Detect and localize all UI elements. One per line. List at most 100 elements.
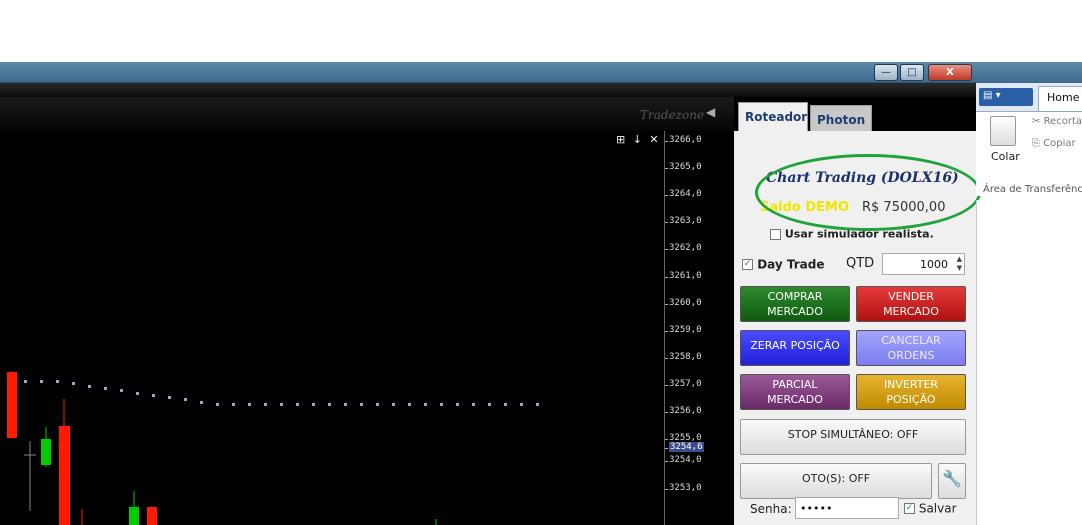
price-tick-label: 3257,0 xyxy=(665,379,702,389)
price-tick-label: 3254,0 xyxy=(665,455,702,465)
wrench-icon[interactable]: 🔧 xyxy=(938,463,966,499)
tab-photon[interactable]: Photon xyxy=(810,105,872,131)
chart-gutter xyxy=(708,131,734,525)
ma-dot xyxy=(72,382,75,385)
moving-average-dots xyxy=(8,380,539,406)
price-axis: 3266,0 3265,0 3264,0 3263,0 3262,0 3261,0 3260… xyxy=(664,131,708,525)
candlestick-canvas xyxy=(7,371,539,525)
ribbon-quickbar xyxy=(976,62,1082,83)
price-tick-label: 3258,0 xyxy=(665,352,702,362)
price-tick-label: 3254,6 xyxy=(665,442,704,452)
screen: — □ X Tradezone ◀ ▪▪▪▬ xyxy=(0,0,1082,525)
candle xyxy=(129,507,139,525)
buy-market-button[interactable]: COMPRAR MERCADO xyxy=(740,286,850,322)
ma-dot xyxy=(344,403,347,406)
price-tick-label: 3260,0 xyxy=(665,298,702,308)
price-tick-label: 3264,0 xyxy=(665,189,702,199)
sell-market-button[interactable]: VENDER MERCADO xyxy=(856,286,966,322)
ma-dot xyxy=(88,385,91,388)
qtd-stepper[interactable]: 1000 ▲ ▼ xyxy=(882,253,965,275)
ma-dot xyxy=(264,403,267,406)
candle xyxy=(147,507,157,525)
candle xyxy=(59,426,70,525)
stop-simultaneous-button[interactable]: STOP SIMULTÂNEO: OFF xyxy=(740,419,966,455)
ribbon-home-tab[interactable]: Home xyxy=(1038,86,1082,111)
panel-tabs: Roteador Photon xyxy=(734,97,976,131)
save-label: Salvar xyxy=(918,501,957,516)
ma-dot xyxy=(456,403,459,406)
ma-dot xyxy=(184,398,187,401)
candle xyxy=(7,372,17,438)
price-tick-label: 3262,0 xyxy=(665,243,702,253)
price-chart[interactable] xyxy=(0,131,664,525)
ma-dot xyxy=(360,403,363,406)
cut-button[interactable]: ✂ Recorta xyxy=(1032,116,1082,127)
ma-dot xyxy=(120,389,123,392)
ma-dot xyxy=(472,403,475,406)
ma-dot xyxy=(408,403,411,406)
password-label: Senha: xyxy=(750,502,792,516)
qtd-label: QTD xyxy=(846,256,875,271)
chart-header xyxy=(0,97,734,131)
cut-label: Recorta xyxy=(1043,116,1082,127)
clipboard-icon[interactable] xyxy=(990,116,1016,146)
chart-window-controls[interactable]: ⊞ ↓ ✕ xyxy=(616,133,661,146)
zero-position-button[interactable]: ZERAR POSIÇÃO xyxy=(740,330,850,366)
ma-dot xyxy=(520,403,523,406)
day-trade-checkbox[interactable]: ✓ xyxy=(742,259,753,270)
day-trade-label: Day Trade xyxy=(757,257,825,272)
price-tick-label: 3259,0 xyxy=(665,325,702,335)
trading-app: Tradezone ◀ ▪▪▪▬ ⊞ ↓ ✕ 3266,0326 xyxy=(0,83,976,525)
minimize-button[interactable]: — xyxy=(874,64,898,81)
copy-button[interactable]: ⎘ Copiar xyxy=(1032,138,1076,149)
price-tick-label: 3265,0 xyxy=(665,162,702,172)
ma-dot xyxy=(376,403,379,406)
oto-button[interactable]: OTO(S): OFF xyxy=(740,463,932,499)
price-tick-label: 3266,0 xyxy=(665,135,702,145)
ma-dot xyxy=(136,392,139,395)
copy-label: Copiar xyxy=(1043,138,1076,149)
price-tick-label: 3256,0 xyxy=(665,406,702,416)
invert-position-button[interactable]: INVERTER POSIÇÃO xyxy=(856,374,966,410)
collapse-arrow-icon[interactable]: ◀ xyxy=(706,105,715,119)
candle xyxy=(41,439,51,465)
ma-dot xyxy=(104,387,107,390)
ma-dot xyxy=(24,380,27,383)
ma-dot xyxy=(328,403,331,406)
ma-dot xyxy=(504,403,507,406)
save-checkbox[interactable]: ✓ xyxy=(904,503,915,514)
ma-dot xyxy=(200,401,203,404)
ribbon-file-menu[interactable]: ▤ ▾ xyxy=(979,88,1033,106)
ma-dot xyxy=(168,396,171,399)
password-field[interactable]: ••••• xyxy=(795,497,899,519)
price-tick-label: 3263,0 xyxy=(665,216,702,226)
save-row: ✓ Salvar xyxy=(904,501,957,516)
ma-dot xyxy=(56,380,59,383)
day-trade-row: ✓ Day Trade xyxy=(742,257,825,272)
ma-dot xyxy=(296,403,299,406)
partial-market-button[interactable]: PARCIAL MERCADO xyxy=(740,374,850,410)
price-tick-label: 3261,0 xyxy=(665,271,702,281)
window-titlebar: — □ X xyxy=(0,62,976,83)
ma-dot xyxy=(280,403,283,406)
document-area xyxy=(976,200,1082,525)
tab-roteador[interactable]: Roteador xyxy=(738,102,808,131)
scissors-icon: ✂ xyxy=(1032,116,1044,127)
copy-icon: ⎘ xyxy=(1032,138,1044,149)
restore-button[interactable]: □ xyxy=(900,64,924,81)
app-toolbar xyxy=(0,83,976,97)
realistic-sim-checkbox[interactable] xyxy=(770,228,781,240)
ma-dot xyxy=(40,380,43,383)
clipboard-group-label: Área de Transferênc xyxy=(983,184,1082,195)
ma-dot xyxy=(424,403,427,406)
close-button[interactable]: X xyxy=(928,64,972,81)
ma-dot xyxy=(232,403,235,406)
watermark-text: Tradezone xyxy=(640,108,705,122)
paste-label[interactable]: Colar xyxy=(991,150,1020,163)
ma-dot xyxy=(536,403,539,406)
cancel-orders-button[interactable]: CANCELAR ORDENS xyxy=(856,330,966,366)
qtd-value: 1000 xyxy=(920,258,948,271)
highlight-annotation xyxy=(755,154,981,231)
spinner-arrows-icon[interactable]: ▲ ▼ xyxy=(957,255,962,273)
ma-dot xyxy=(312,403,315,406)
